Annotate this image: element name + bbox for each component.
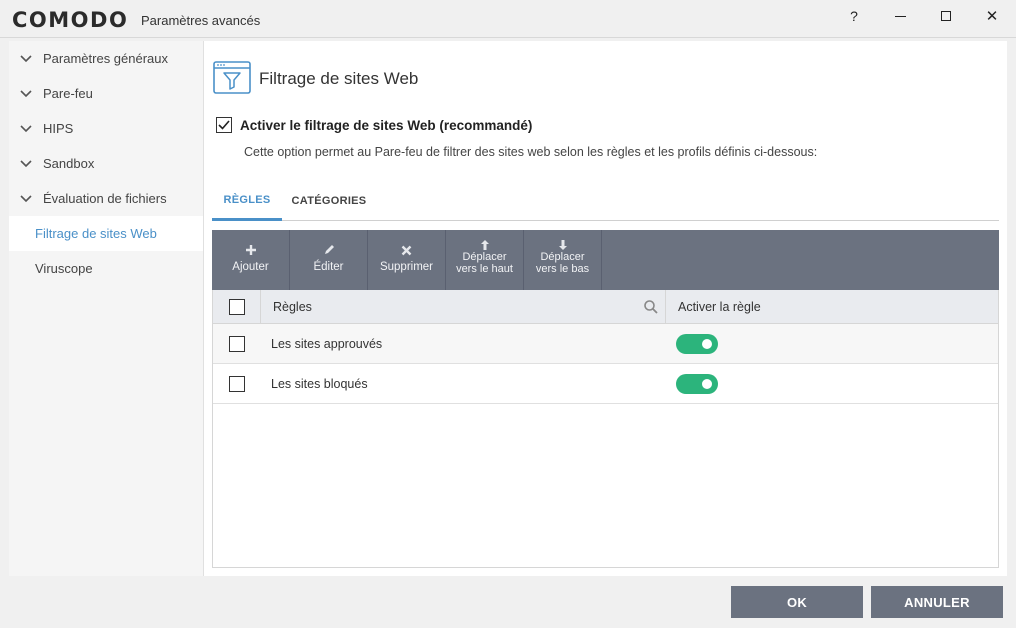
rules-column-header[interactable]: Règles: [261, 290, 666, 324]
table-row[interactable]: Les sites approuvés: [213, 324, 998, 364]
rule-enabled-toggle[interactable]: [676, 334, 718, 354]
move-down-label-1: Déplacer: [540, 251, 585, 263]
chevron-down-icon: [17, 50, 35, 68]
move-up-label-2: vers le haut: [456, 262, 513, 275]
sidebar: Paramètres généraux Pare-feu HIPS Sandbo…: [9, 41, 204, 576]
title-bar: COMODO Paramètres avancés ? ✕: [0, 0, 1016, 38]
toggle-knob: [702, 379, 712, 389]
enable-filtering-row: Activer le filtrage de sites Web (recomm…: [216, 117, 532, 133]
maximize-button[interactable]: [924, 0, 968, 32]
sidebar-item-sandbox[interactable]: Sandbox: [9, 146, 203, 181]
table-row[interactable]: Les sites bloqués: [213, 364, 998, 404]
chevron-down-icon: [17, 120, 35, 138]
sidebar-item-file-rating[interactable]: Évaluation de fichiers: [9, 181, 203, 216]
tab-categories[interactable]: CATÉGORIES: [290, 181, 368, 221]
plus-icon: [245, 239, 257, 261]
tab-bar: RÈGLES CATÉGORIES: [212, 181, 999, 221]
minimize-icon: [894, 15, 906, 17]
help-button[interactable]: ?: [832, 0, 876, 32]
pencil-icon: [323, 239, 335, 261]
rules-toolbar: Ajouter Éditer Supprimer Déplacer vers l…: [212, 230, 999, 290]
search-icon[interactable]: [643, 299, 659, 315]
arrow-down-icon: [558, 237, 567, 252]
add-button-label: Ajouter: [232, 261, 269, 273]
page-title: Filtrage de sites Web: [259, 69, 419, 88]
comodo-logo: COMODO: [12, 8, 129, 32]
sidebar-item-hips[interactable]: HIPS: [9, 111, 203, 146]
enable-column-header: Activer la règle: [678, 300, 761, 314]
rule-enabled-toggle[interactable]: [676, 374, 718, 394]
select-all-checkbox[interactable]: [228, 299, 245, 315]
rule-name: Les sites approuvés: [271, 337, 383, 351]
toggle-knob: [702, 339, 712, 349]
row-checkbox[interactable]: [229, 336, 245, 352]
sidebar-item-website-filtering[interactable]: Filtrage de sites Web: [9, 216, 203, 251]
move-down-label-2: vers le bas: [535, 262, 590, 275]
table-header: Règles Activer la règle: [213, 290, 998, 324]
sidebar-item-label: Filtrage de sites Web: [35, 226, 157, 241]
row-checkbox[interactable]: [229, 376, 245, 392]
sidebar-item-label: HIPS: [43, 121, 74, 136]
move-down-button[interactable]: Déplacer vers le bas: [524, 230, 602, 290]
chevron-down-icon: [17, 85, 35, 103]
cancel-button[interactable]: ANNULER: [871, 586, 1003, 618]
tab-rules[interactable]: RÈGLES: [212, 181, 282, 221]
maximize-icon: [941, 11, 951, 21]
ok-button[interactable]: OK: [731, 586, 863, 618]
sidebar-item-firewall[interactable]: Pare-feu: [9, 76, 203, 111]
row-select-cell: [213, 324, 261, 364]
select-all-cell: [213, 290, 261, 324]
arrow-up-icon: [480, 237, 489, 252]
main-panel: Filtrage de sites Web Activer le filtrag…: [204, 41, 1007, 576]
row-select-cell: [213, 364, 261, 404]
enable-filtering-description: Cette option permet au Pare-feu de filtr…: [244, 145, 818, 159]
x-icon: [401, 239, 412, 261]
delete-button-label: Supprimer: [379, 261, 434, 273]
enable-filtering-checkbox[interactable]: [216, 117, 232, 133]
enable-filtering-label: Activer le filtrage de sites Web (recomm…: [240, 117, 533, 133]
sidebar-item-label: Paramètres généraux: [43, 51, 169, 66]
edit-button-label: Éditer: [313, 261, 344, 273]
filter-window-icon: [213, 61, 251, 94]
close-button[interactable]: ✕: [970, 0, 1014, 32]
rule-name: Les sites bloqués: [271, 377, 368, 391]
sidebar-item-label: Évaluation de fichiers: [43, 191, 167, 206]
sidebar-item-label: Viruscope: [35, 261, 93, 276]
move-up-button[interactable]: Déplacer vers le haut: [446, 230, 524, 290]
chevron-down-icon: [17, 190, 35, 208]
move-up-label-1: Déplacer: [462, 251, 507, 263]
edit-button[interactable]: Éditer: [290, 230, 368, 290]
minimize-button[interactable]: [878, 0, 922, 32]
delete-button[interactable]: Supprimer: [368, 230, 446, 290]
checkmark-icon: [218, 120, 230, 130]
add-button[interactable]: Ajouter: [212, 230, 290, 290]
rules-header-label: Règles: [273, 300, 312, 314]
sidebar-item-viruscope[interactable]: Viruscope: [9, 251, 203, 286]
sidebar-item-label: Sandbox: [43, 156, 95, 171]
sidebar-item-label: Pare-feu: [43, 86, 93, 101]
sidebar-item-general[interactable]: Paramètres généraux: [9, 41, 203, 76]
chevron-down-icon: [17, 155, 35, 173]
rules-table: Règles Activer la règle Les sites approu…: [212, 290, 999, 568]
window-title: Paramètres avancés: [141, 13, 261, 28]
